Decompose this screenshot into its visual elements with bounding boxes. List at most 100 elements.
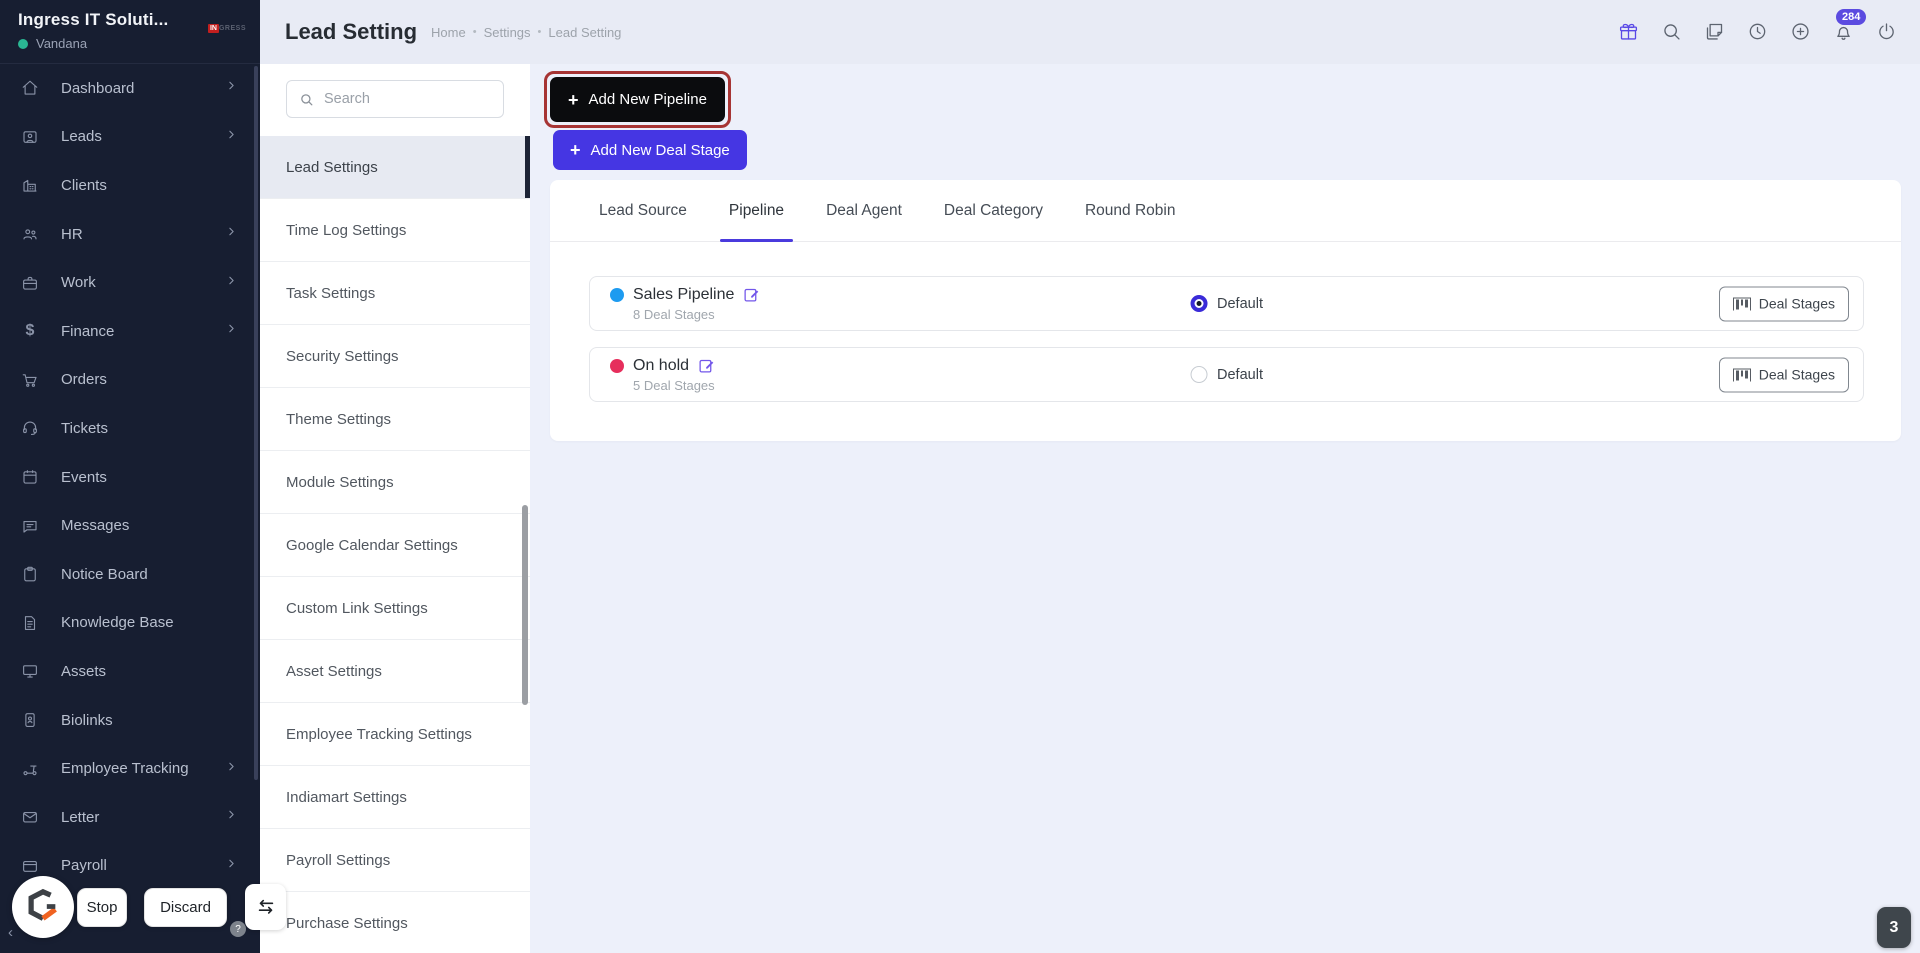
chevron-right-icon [225,225,238,243]
default-radio-unselected[interactable] [1190,366,1208,383]
edit-pipeline-icon[interactable] [743,286,760,303]
pipeline-color-dot [610,287,624,302]
notifications-bell-icon[interactable]: 284 [1833,9,1867,43]
tab-lead-source[interactable]: Lead Source [578,180,708,241]
default-radio-group[interactable]: Default [1190,366,1263,383]
settings-item-theme-settings[interactable]: Theme Settings [260,388,530,451]
tab-deal-category[interactable]: Deal Category [923,180,1064,241]
plus-icon: + [568,89,579,110]
agent-logo-button[interactable] [12,876,74,938]
plus-circle-icon[interactable] [1790,21,1812,43]
default-radio-selected[interactable] [1190,295,1208,312]
notification-count-badge: 284 [1836,9,1867,26]
company-header[interactable]: Ingress IT Soluti... Vandana IN GRESS [0,0,260,64]
chevron-right-icon [225,322,238,340]
user-name: Vandana [36,36,88,51]
pipeline-row-on-hold: On hold 5 Deal Stages Default Deal Stage… [589,347,1864,402]
hexagon-logo-icon [28,888,57,921]
id-badge-icon [20,710,40,730]
deal-stages-button[interactable]: Deal Stages [1719,286,1849,321]
envelope-icon [20,807,40,827]
breadcrumb-home[interactable]: Home [431,25,466,40]
settings-item-module-settings[interactable]: Module Settings [260,451,530,514]
sidebar-item-tickets[interactable]: Tickets [0,404,260,453]
settings-item-lead-settings[interactable]: Lead Settings [260,136,530,199]
monitor-icon [20,661,40,681]
pipeline-rows: Sales Pipeline 8 Deal Stages Default Dea… [550,242,1901,402]
sidebar-item-clients[interactable]: Clients [0,161,260,210]
sidebar-item-assets[interactable]: Assets [0,647,260,696]
notes-icon[interactable] [1704,21,1726,43]
sidebar-item-employee-tracking[interactable]: Employee Tracking [0,744,260,793]
sidebar-item-biolinks[interactable]: Biolinks [0,696,260,745]
tab-bar: Lead Source Pipeline Deal Agent Deal Cat… [550,180,1901,242]
tab-pipeline[interactable]: Pipeline [708,180,805,242]
chevron-right-icon [225,274,238,292]
tab-deal-agent[interactable]: Deal Agent [805,180,923,241]
add-new-pipeline-button[interactable]: + Add New Pipeline [550,77,725,122]
settings-item-time-log-settings[interactable]: Time Log Settings [260,199,530,262]
sidebar-item-notice-board[interactable]: Notice Board [0,550,260,599]
sidebar-item-dashboard[interactable]: Dashboard [0,64,260,113]
sidebar-item-events[interactable]: Events [0,453,260,502]
sidebar-item-knowledge-base[interactable]: Knowledge Base [0,599,260,648]
edit-pipeline-icon[interactable] [698,357,715,374]
sidebar-scrollbar[interactable] [254,66,258,780]
settings-item-payroll-settings[interactable]: Payroll Settings [260,829,530,892]
pipeline-card: Lead Source Pipeline Deal Agent Deal Cat… [550,180,1901,441]
settings-item-task-settings[interactable]: Task Settings [260,262,530,325]
home-icon [20,78,40,98]
settings-item-indiamart-settings[interactable]: Indiamart Settings [260,766,530,829]
sidebar-item-work[interactable]: Work [0,258,260,307]
plus-icon: + [570,140,581,160]
stop-button[interactable]: Stop [77,888,127,927]
sidebar-item-finance[interactable]: $ Finance [0,307,260,356]
settings-search-input[interactable] [324,91,474,107]
settings-item-asset-settings[interactable]: Asset Settings [260,640,530,703]
kanban-icon [1733,297,1751,310]
tab-round-robin[interactable]: Round Robin [1064,180,1196,241]
deal-stages-button[interactable]: Deal Stages [1719,357,1849,392]
add-new-deal-stage-button[interactable]: + Add New Deal Stage [553,130,747,170]
sidebar-item-orders[interactable]: Orders [0,356,260,405]
default-radio-group[interactable]: Default [1190,295,1263,312]
gift-icon[interactable] [1618,21,1640,43]
search-icon[interactable] [1661,21,1683,43]
switch-icon-button[interactable] [245,884,286,930]
discard-button[interactable]: Discard [144,888,227,927]
main-content: + Add New Pipeline + Add New Deal Stage … [530,64,1920,953]
person-card-icon [20,127,40,147]
settings-item-purchase-settings[interactable]: Purchase Settings [260,892,530,953]
pipeline-color-dot [610,358,624,373]
page-count-badge[interactable]: 3 [1877,907,1911,948]
settings-item-custom-link-settings[interactable]: Custom Link Settings [260,577,530,640]
settings-search-box[interactable] [286,80,504,118]
calendar-icon [20,467,40,487]
top-header: Lead Setting Home • Settings • Lead Sett… [260,0,1920,64]
online-status-dot [18,38,28,49]
settings-item-google-calendar-settings[interactable]: Google Calendar Settings [260,514,530,577]
wallet-icon [20,856,40,876]
sidebar-item-letter[interactable]: Letter [0,793,260,842]
kanban-icon [1733,368,1751,381]
settings-search-wrap [260,64,530,136]
page-title: Lead Setting [285,19,418,44]
settings-scrollbar[interactable] [522,505,528,705]
people-icon [20,224,40,244]
scooter-icon [20,759,40,779]
collapse-sidebar-icon[interactable]: ‹ [8,924,13,941]
briefcase-icon [20,273,40,293]
clock-icon[interactable] [1747,21,1769,43]
sidebar-item-messages[interactable]: Messages [0,501,260,550]
settings-item-security-settings[interactable]: Security Settings [260,325,530,388]
breadcrumb-settings[interactable]: Settings [484,25,531,40]
dollar-icon: $ [25,322,35,340]
pipeline-row-sales-pipeline: Sales Pipeline 8 Deal Stages Default Dea… [589,276,1864,331]
settings-item-employee-tracking-settings[interactable]: Employee Tracking Settings [260,703,530,766]
sidebar-item-hr[interactable]: HR [0,210,260,259]
sidebar-item-leads[interactable]: Leads [0,113,260,162]
settings-panel: Lead Settings Time Log Settings Task Set… [260,64,530,953]
power-icon[interactable] [1876,21,1898,43]
help-icon[interactable]: ? [230,921,246,937]
clipboard-icon [20,564,40,584]
